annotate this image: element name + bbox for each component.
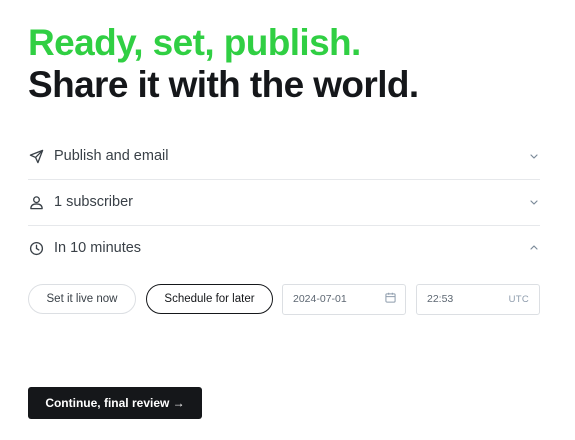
schedule-options: Set it live now Schedule for later 2024-… [28,282,540,316]
headline-accent: Ready, set, publish. [28,22,361,63]
publish-type-label: Publish and email [54,148,169,164]
chevron-up-icon [528,242,540,254]
publish-panel: Ready, set, publish. Share it with the w… [28,0,540,440]
time-value: 22:53 [427,293,454,305]
publish-type-row[interactable]: Publish and email [28,133,540,180]
continue-final-review-button[interactable]: Continue, final review → [28,387,202,419]
date-input[interactable]: 2024-07-01 [282,283,406,315]
time-input[interactable]: 22:53 UTC [416,283,540,315]
send-icon [28,148,44,164]
audience-row[interactable]: 1 subscriber [28,179,540,226]
date-value: 2024-07-01 [293,293,347,305]
user-icon [28,194,44,210]
timezone-label: UTC [508,293,529,305]
timing-row[interactable]: In 10 minutes [28,225,540,271]
chevron-down-icon [528,196,540,208]
set-live-now-button[interactable]: Set it live now [28,284,136,314]
schedule-later-button[interactable]: Schedule for later [146,284,273,314]
audience-label: 1 subscriber [54,194,133,210]
headline-main: Share it with the world. [28,64,419,105]
chevron-down-icon [528,150,540,162]
calendar-icon[interactable] [385,292,396,306]
timing-label: In 10 minutes [54,240,142,256]
page-title: Ready, set, publish. Share it with the w… [28,22,419,106]
clock-icon [28,240,44,256]
